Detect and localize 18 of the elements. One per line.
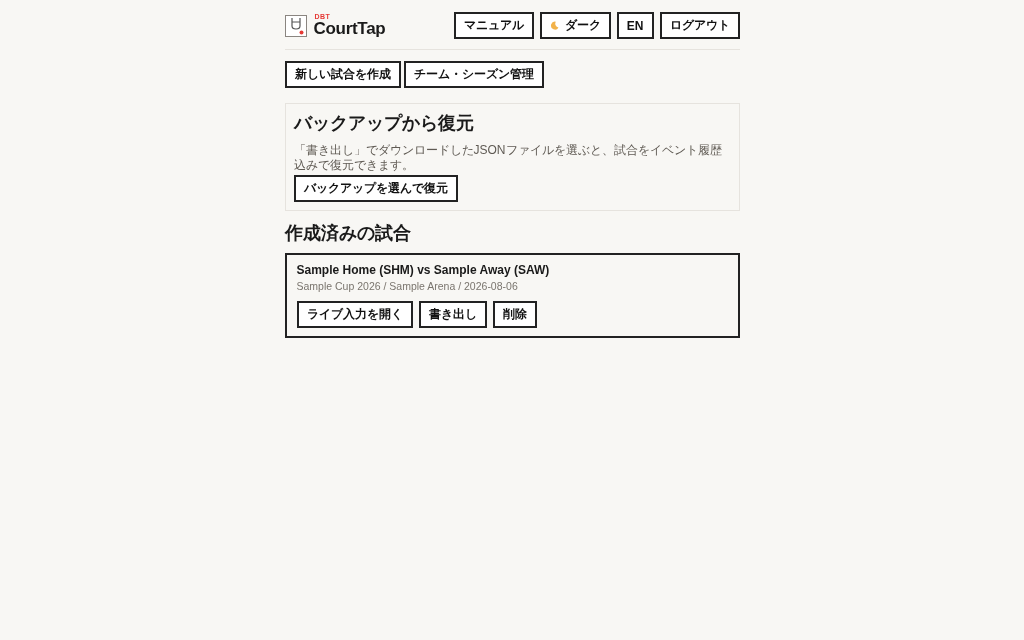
- match-action-button[interactable]: 書き出し: [418, 301, 487, 328]
- match-title: Sample Home (SHM) vs Sample Away (SAW): [296, 263, 551, 278]
- app-name: CourtTap: [313, 20, 386, 38]
- section-title: 作成済みの試合: [284, 222, 412, 245]
- panel-title: バックアップから復元: [293, 112, 475, 134]
- action-button[interactable]: チーム・シーズン管理: [403, 61, 544, 88]
- match-action-button[interactable]: 削除: [492, 301, 537, 328]
- theme-toggle-button[interactable]: ダーク: [539, 12, 611, 39]
- header-button[interactable]: EN: [616, 12, 654, 39]
- header-button[interactable]: ログアウト: [659, 12, 740, 39]
- header-button[interactable]: マニュアル: [453, 12, 534, 39]
- crescent-moon-icon: [549, 21, 559, 30]
- panel-description: 「書き出し」でダウンロードしたJSONファイルを選ぶと、試合をイベント履歴込みで復元できます。: [293, 143, 723, 173]
- match-action-button[interactable]: ライブ入力を開く: [296, 301, 413, 328]
- restore-button[interactable]: バックアップを選んで復元: [293, 175, 458, 202]
- logo-icon: [284, 14, 307, 37]
- match-meta: Sample Cup 2026 / Sample Arena / 2026-08-06: [296, 279, 519, 293]
- action-button[interactable]: 新しい試合を作成: [284, 61, 401, 88]
